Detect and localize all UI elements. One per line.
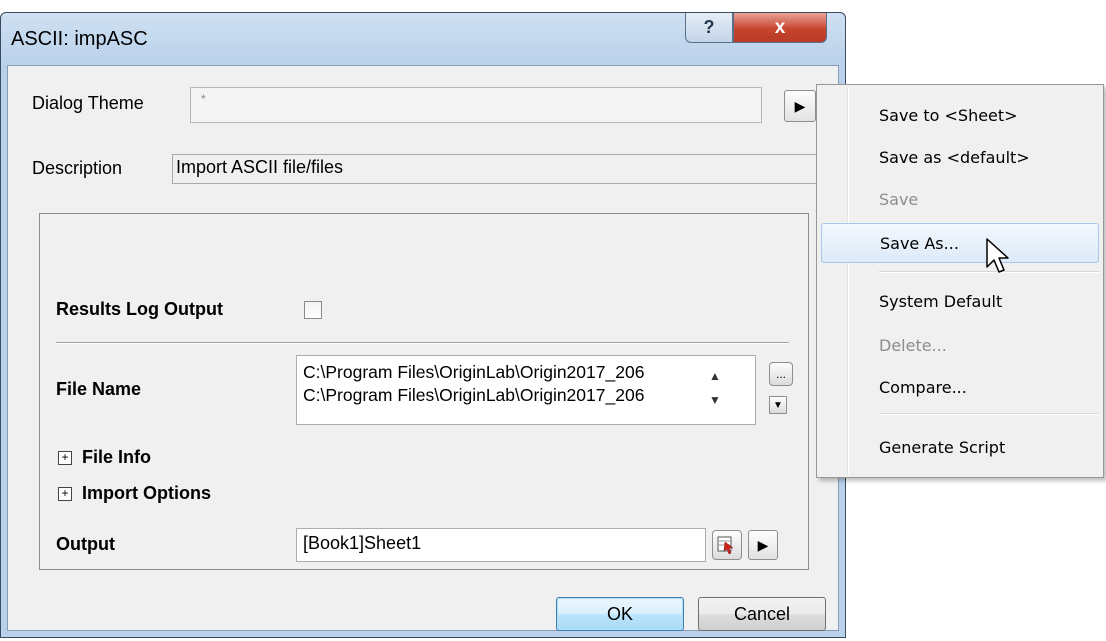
theme-menu-button[interactable]: ▶ bbox=[784, 90, 816, 122]
scroll-up-icon[interactable]: ▲ bbox=[705, 364, 725, 388]
menu-item-delete[interactable]: Delete... bbox=[821, 325, 1099, 365]
list-scrollbar[interactable]: ▲ ▼ bbox=[705, 364, 725, 416]
help-icon: ? bbox=[703, 17, 715, 37]
expand-icon[interactable]: + bbox=[58, 451, 72, 465]
results-log-checkbox[interactable] bbox=[304, 301, 322, 319]
results-log-label: Results Log Output bbox=[56, 299, 223, 319]
output-field[interactable]: [Book1]Sheet1 bbox=[296, 528, 706, 562]
menu-item-save-as[interactable]: Save As... bbox=[821, 223, 1099, 263]
dialog-theme-label: Dialog Theme bbox=[32, 93, 144, 113]
title-bar[interactable]: ASCII: impASC ? x bbox=[1, 13, 845, 65]
close-button[interactable]: x bbox=[733, 13, 827, 43]
divider bbox=[56, 342, 789, 344]
menu-item-compare[interactable]: Compare... bbox=[821, 367, 1099, 407]
dialog-theme-value: * bbox=[201, 92, 206, 106]
help-button[interactable]: ? bbox=[685, 13, 733, 43]
ok-button[interactable]: OK bbox=[556, 597, 684, 631]
menu-item-generate-script[interactable]: Generate Script bbox=[821, 427, 1099, 467]
dialog-window: ASCII: impASC ? x Dialog Theme * ▶ Descr… bbox=[0, 12, 846, 638]
settings-panel: Results Log Output File Name C:\Program … bbox=[39, 213, 809, 570]
cancel-button[interactable]: Cancel bbox=[698, 597, 826, 631]
ellipsis-icon: ... bbox=[775, 367, 786, 381]
menu-item-save[interactable]: Save bbox=[821, 179, 1099, 219]
menu-separator bbox=[879, 413, 1099, 415]
play-arrow-icon: ▶ bbox=[794, 97, 806, 114]
description-field: Import ASCII file/files bbox=[172, 154, 832, 184]
description-value: Import ASCII file/files bbox=[176, 157, 344, 177]
range-select-icon bbox=[717, 536, 734, 555]
menu-item-system-default[interactable]: System Default bbox=[821, 281, 1099, 321]
file-dropdown-button[interactable]: ▼ bbox=[769, 396, 787, 414]
description-label: Description bbox=[32, 158, 123, 178]
import-options-node[interactable]: Import Options bbox=[82, 483, 211, 504]
play-arrow-icon: ▶ bbox=[757, 536, 769, 553]
expand-icon[interactable]: + bbox=[58, 487, 72, 501]
window-title: ASCII: impASC bbox=[11, 28, 148, 50]
select-range-button[interactable] bbox=[712, 530, 742, 560]
close-icon: x bbox=[774, 16, 786, 38]
file-name-list[interactable]: C:\Program Files\OriginLab\Origin2017_20… bbox=[296, 355, 756, 425]
scroll-down-icon[interactable]: ▼ bbox=[705, 388, 725, 412]
dialog-body: Dialog Theme * ▶ Description Import ASCI… bbox=[7, 65, 839, 631]
output-label: Output bbox=[56, 534, 115, 554]
file-name-label: File Name bbox=[56, 379, 142, 399]
mouse-pointer-icon bbox=[986, 238, 1009, 273]
menu-item-save-as-default[interactable]: Save as <default> bbox=[821, 137, 1099, 177]
output-menu-button[interactable]: ▶ bbox=[748, 530, 778, 560]
chevron-down-icon: ▼ bbox=[773, 399, 783, 411]
output-value: [Book1]Sheet1 bbox=[303, 533, 422, 553]
file-name-item[interactable]: C:\Program Files\OriginLab\Origin2017_20… bbox=[303, 384, 749, 407]
menu-item-save-to-sheet[interactable]: Save to <Sheet> bbox=[821, 95, 1099, 135]
browse-button[interactable]: ... bbox=[769, 362, 793, 386]
file-name-item[interactable]: C:\Program Files\OriginLab\Origin2017_20… bbox=[303, 361, 749, 384]
dialog-theme-field[interactable]: * bbox=[190, 87, 762, 123]
file-info-node[interactable]: File Info bbox=[82, 447, 151, 468]
theme-context-menu: Save to <Sheet> Save as <default> Save S… bbox=[816, 84, 1104, 478]
